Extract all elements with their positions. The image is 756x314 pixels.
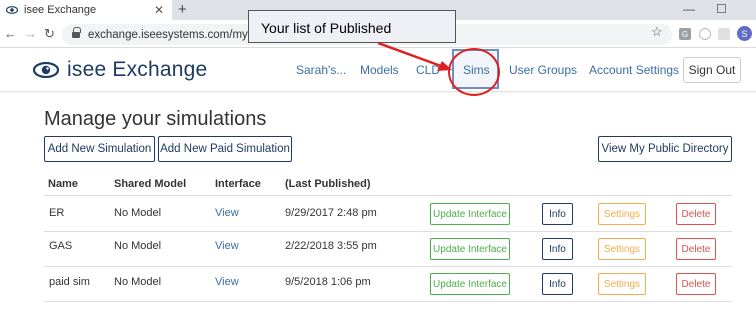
info-button[interactable]: Info bbox=[542, 273, 573, 295]
row-last-published: 2/22/2018 3:55 pm bbox=[285, 240, 377, 252]
view-public-directory-button[interactable]: View My Public Directory bbox=[598, 136, 732, 162]
row-shared-model: No Model bbox=[114, 207, 162, 219]
table-divider bbox=[44, 231, 732, 232]
update-interface-button[interactable]: Update Interface bbox=[430, 203, 510, 225]
delete-button[interactable]: Delete bbox=[676, 203, 716, 225]
settings-button[interactable]: Settings bbox=[598, 238, 646, 260]
info-button[interactable]: Info bbox=[542, 203, 573, 225]
column-header-shared-model: Shared Model bbox=[114, 178, 187, 190]
add-new-simulation-button[interactable]: Add New Simulation bbox=[44, 136, 155, 162]
update-interface-button[interactable]: Update Interface bbox=[430, 238, 510, 260]
row-last-published: 9/5/2018 1:06 pm bbox=[285, 276, 371, 288]
row-last-published: 9/29/2017 2:48 pm bbox=[285, 207, 377, 219]
column-header-interface: Interface bbox=[215, 178, 261, 190]
row-shared-model: No Model bbox=[114, 276, 162, 288]
row-name: paid sim bbox=[49, 276, 90, 288]
column-header-name: Name bbox=[48, 178, 78, 190]
row-interface-link[interactable]: View bbox=[215, 207, 239, 219]
add-new-paid-simulation-button[interactable]: Add New Paid Simulation bbox=[158, 136, 292, 162]
row-name: GAS bbox=[49, 240, 73, 252]
row-interface-link[interactable]: View bbox=[215, 240, 239, 252]
info-button[interactable]: Info bbox=[542, 238, 573, 260]
row-name: ER bbox=[49, 207, 65, 219]
table-divider bbox=[44, 266, 732, 267]
row-shared-model: No Model bbox=[114, 240, 162, 252]
page-title: Manage your simulations bbox=[44, 108, 267, 130]
update-interface-button[interactable]: Update Interface bbox=[430, 273, 510, 295]
table-divider bbox=[44, 195, 732, 196]
row-interface-link[interactable]: View bbox=[215, 276, 239, 288]
settings-button[interactable]: Settings bbox=[598, 273, 646, 295]
delete-button[interactable]: Delete bbox=[676, 273, 716, 295]
settings-button[interactable]: Settings bbox=[598, 203, 646, 225]
delete-button[interactable]: Delete bbox=[676, 238, 716, 260]
column-header-last-published: (Last Published) bbox=[285, 178, 371, 190]
table-divider bbox=[44, 301, 732, 302]
